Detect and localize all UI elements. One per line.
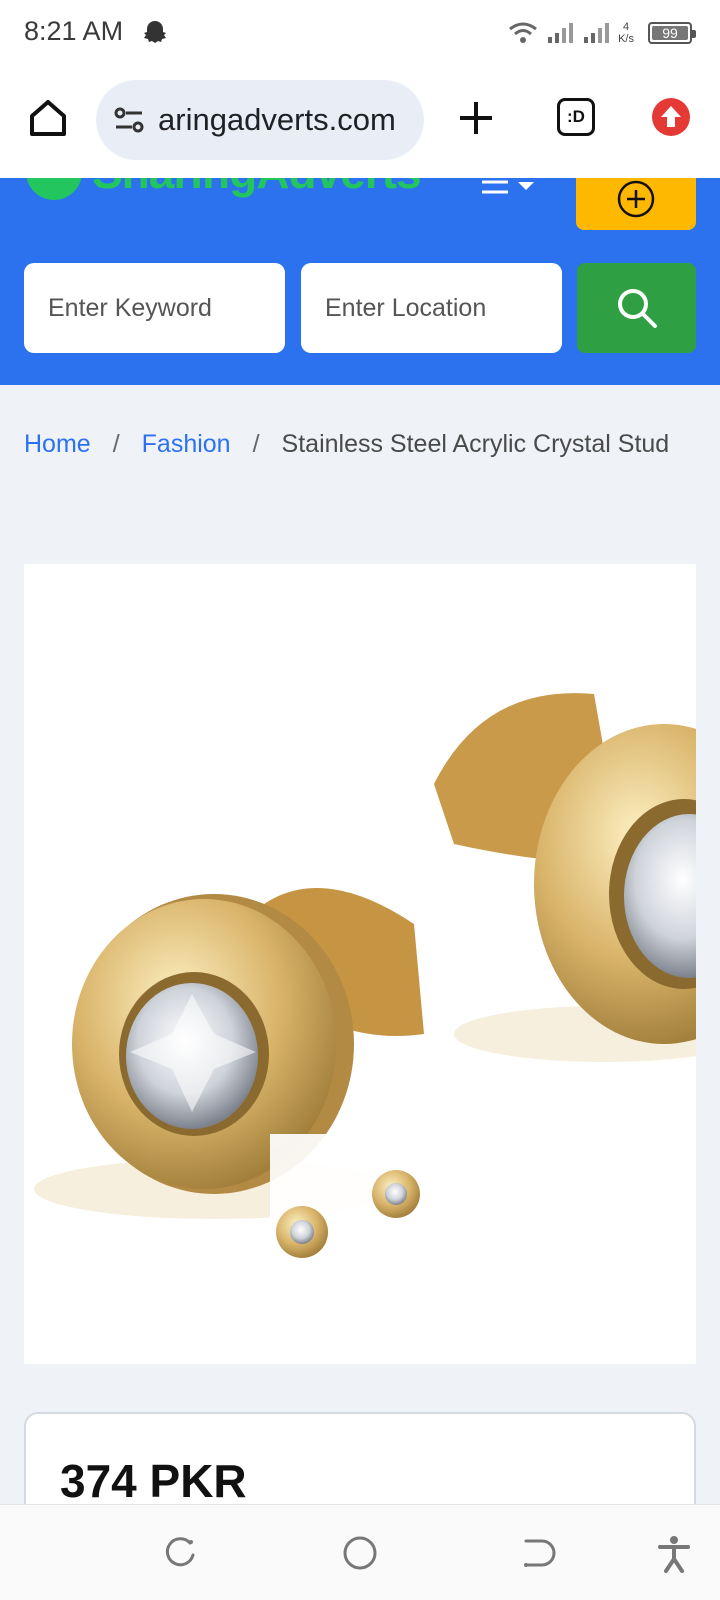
network-speed: 4 K/s bbox=[618, 21, 634, 45]
battery-level: 99 bbox=[652, 26, 688, 40]
network-speed-unit: K/s bbox=[618, 33, 634, 45]
menu-toggle-icon[interactable] bbox=[482, 178, 548, 200]
site-logo[interactable]: SharingAdverts bbox=[26, 178, 422, 200]
recent-apps-icon[interactable] bbox=[160, 1533, 200, 1573]
signal-icon-2 bbox=[584, 23, 610, 43]
network-speed-value: 4 bbox=[622, 21, 630, 33]
update-arrow-icon[interactable] bbox=[652, 98, 690, 136]
home-icon[interactable] bbox=[26, 96, 70, 140]
keyword-input[interactable] bbox=[24, 263, 285, 353]
breadcrumb-current: Stainless Steel Acrylic Crystal Stud bbox=[281, 430, 670, 458]
url-text[interactable]: aringadverts.com bbox=[158, 102, 396, 138]
status-indicators: 4 K/s 99 bbox=[508, 16, 696, 50]
product-price: 374 PKR bbox=[60, 1455, 247, 1507]
snapchat-ghost-icon bbox=[144, 21, 166, 43]
location-input[interactable] bbox=[301, 263, 562, 353]
breadcrumb-separator: / bbox=[112, 430, 120, 458]
plus-circle-icon bbox=[617, 180, 655, 218]
site-header: SharingAdverts bbox=[0, 178, 720, 385]
search-button[interactable] bbox=[577, 263, 696, 353]
logo-mark-icon bbox=[26, 178, 82, 200]
tab-switcher-label: :D bbox=[567, 107, 585, 126]
signal-icon-1 bbox=[548, 23, 574, 43]
tab-switcher-icon[interactable]: :D bbox=[557, 98, 595, 136]
product-image[interactable] bbox=[24, 564, 696, 1364]
earrings-illustration bbox=[34, 693, 696, 1284]
browser-toolbar: aringadverts.com :D bbox=[0, 66, 720, 178]
accessibility-icon[interactable] bbox=[654, 1533, 694, 1573]
search-form bbox=[24, 263, 696, 353]
logo-text: SharingAdverts bbox=[92, 178, 422, 199]
post-ad-button[interactable] bbox=[576, 178, 696, 230]
status-time: 8:21 AM bbox=[24, 16, 124, 46]
breadcrumb-home[interactable]: Home bbox=[24, 430, 91, 459]
home-circle-icon[interactable] bbox=[340, 1533, 380, 1573]
breadcrumb-separator: / bbox=[252, 430, 260, 458]
wifi-icon bbox=[509, 22, 538, 43]
system-nav-bar bbox=[0, 1504, 720, 1600]
breadcrumb: Home / Fashion / Stainless Steel Acrylic… bbox=[24, 430, 714, 459]
battery-icon: 99 bbox=[648, 22, 696, 44]
site-settings-icon[interactable] bbox=[112, 103, 146, 137]
search-icon bbox=[617, 289, 657, 328]
back-icon[interactable] bbox=[518, 1533, 558, 1573]
address-bar[interactable]: aringadverts.com bbox=[96, 80, 424, 160]
plus-icon[interactable] bbox=[456, 98, 496, 138]
arrow-up-icon bbox=[661, 106, 681, 127]
status-bar: 8:21 AM 4 K/s 99 bbox=[0, 0, 720, 66]
breadcrumb-fashion[interactable]: Fashion bbox=[142, 430, 231, 459]
